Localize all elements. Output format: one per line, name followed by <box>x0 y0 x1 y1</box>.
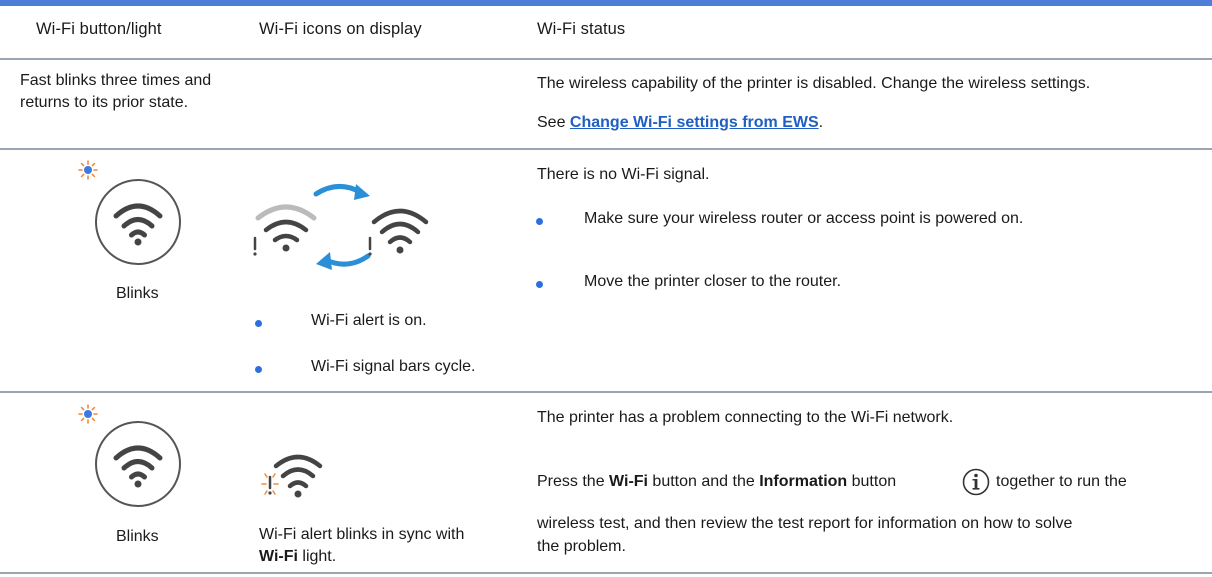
wifi-icon <box>95 179 181 265</box>
row-divider <box>0 391 1212 393</box>
header-wifi-button-light: Wi-Fi button/light <box>36 20 162 38</box>
header-wifi-icons-display: Wi-Fi icons on display <box>259 20 422 38</box>
display-bullet-2: Wi-Fi signal bars cycle. <box>311 358 476 375</box>
information-icon <box>962 468 990 496</box>
status-line3: the problem. <box>537 538 626 555</box>
change-wifi-settings-link[interactable]: Change Wi-Fi settings from EWS <box>570 114 819 131</box>
wifi-status-table: Wi-Fi button/light Wi-Fi icons on displa… <box>0 0 1212 577</box>
status-text: The wireless capability of the printer i… <box>537 75 1091 92</box>
press-instruction: Press the Wi-Fi button and the Informati… <box>537 473 896 491</box>
see-suffix: . <box>818 114 824 131</box>
header-divider <box>0 58 1212 60</box>
bullet-icon <box>536 218 543 225</box>
wifi-button-label: Wi-Fi <box>609 473 648 490</box>
press-tail: together to run the <box>996 473 1127 490</box>
row-divider <box>0 148 1212 150</box>
status-text: There is no Wi-Fi signal. <box>537 166 710 183</box>
button-caption: Blinks <box>116 528 159 545</box>
see-reference: See Change Wi-Fi settings from EWS. <box>537 114 823 132</box>
press-mid: button and the <box>647 473 760 490</box>
display-description: Wi-Fi alert blinks in sync with Wi-Fi lig… <box>259 524 519 568</box>
button-caption: Blinks <box>116 285 159 302</box>
bullet-icon <box>255 366 262 373</box>
blink-light-icon <box>78 160 98 180</box>
wifi-alert-icon <box>261 454 323 498</box>
header-wifi-status: Wi-Fi status <box>537 20 626 38</box>
information-button-label: Information <box>759 473 848 490</box>
bullet-icon <box>255 320 262 327</box>
wifi-icon <box>95 421 181 507</box>
table-top-rule <box>0 0 1212 6</box>
display-text: Wi-Fi alert blinks in sync with <box>259 526 465 543</box>
bullet-icon <box>536 281 543 288</box>
table-bottom-divider <box>0 572 1212 574</box>
display-bullet-1: Wi-Fi alert is on. <box>311 312 427 329</box>
wifi-icon <box>368 208 429 256</box>
see-prefix: See <box>537 114 570 131</box>
status-line2: wireless test, and then review the test … <box>537 515 1073 532</box>
press-prefix: Press the <box>537 473 610 490</box>
display-suffix: light. <box>297 548 337 565</box>
status-text: The printer has a problem connecting to … <box>537 409 954 426</box>
status-bullet-2: Move the printer closer to the router. <box>584 273 842 290</box>
status-bullet-1: Make sure your wireless router or access… <box>584 210 1024 227</box>
button-light-description: Fast blinks three times and returns to i… <box>20 72 212 111</box>
wifi-bold-label: Wi-Fi <box>259 548 298 565</box>
press-mid2: button <box>847 473 897 490</box>
